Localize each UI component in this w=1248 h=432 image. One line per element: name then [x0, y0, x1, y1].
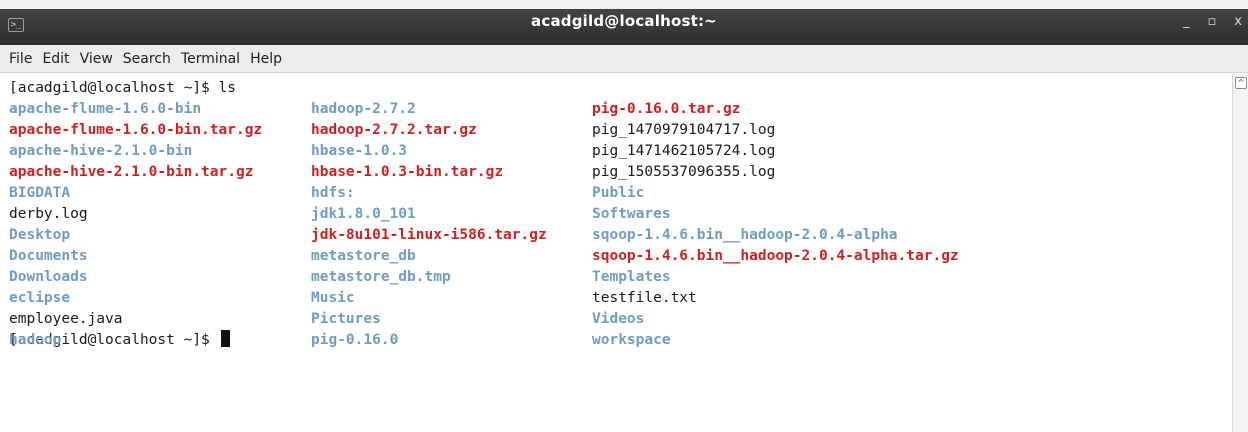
- menu-view[interactable]: View: [75, 51, 118, 67]
- ls-entry: hadoop-2.7.2: [311, 101, 416, 117]
- ls-entry: hbase-1.0.3-bin.tar.gz: [311, 164, 504, 180]
- maximize-button[interactable]: ▫: [1207, 14, 1216, 29]
- terminal-window: >_ acadgild@localhost:~ _ ▫ x File Edit …: [0, 0, 1248, 432]
- ls-entry: Videos: [592, 311, 645, 327]
- ls-entry: Pictures: [311, 311, 381, 327]
- menu-search[interactable]: Search: [118, 51, 176, 67]
- ls-entry: apache-flume-1.6.0-bin: [9, 101, 202, 117]
- ls-entry: Documents: [9, 248, 88, 264]
- menu-help[interactable]: Help: [245, 51, 287, 67]
- menu-terminal[interactable]: Terminal: [176, 51, 245, 67]
- ls-entry: pig_1505537096355.log: [592, 164, 776, 180]
- menu-edit[interactable]: Edit: [37, 51, 74, 67]
- scroll-up-arrow-icon[interactable]: ^: [1235, 77, 1247, 89]
- window-controls: _ ▫ x: [1183, 14, 1242, 29]
- ls-entry: pig_1471462105724.log: [592, 143, 776, 159]
- ls-entry: Softwares: [592, 206, 671, 222]
- ls-entry: Templates: [592, 269, 671, 285]
- ls-entry: employee.java: [9, 311, 123, 327]
- ls-entry: apache-hive-2.1.0-bin: [9, 143, 193, 159]
- ls-entry: sqoop-1.4.6.bin__hadoop-2.0.4-alpha: [592, 227, 898, 243]
- scrollbar[interactable]: ^: [1232, 74, 1248, 432]
- ls-entry: apache-flume-1.6.0-bin.tar.gz: [9, 122, 263, 138]
- ls-entry: hadoop-2.7.2.tar.gz: [311, 122, 477, 138]
- ls-entry: Downloads: [9, 269, 88, 285]
- ls-entry: metastore_db.tmp: [311, 269, 451, 285]
- ls-entry: hbase-1.0.3: [311, 143, 408, 159]
- ls-entry: workspace: [592, 332, 671, 348]
- ls-entry: derby.log: [9, 206, 88, 222]
- window-title: acadgild@localhost:~: [531, 12, 717, 30]
- menu-file[interactable]: File: [4, 51, 37, 67]
- command-line: [acadgild@localhost ~]$ ls: [9, 80, 236, 96]
- ls-entry: testfile.txt: [592, 290, 697, 306]
- ls-entry: pig-0.16.0: [311, 332, 399, 348]
- ls-entry: metastore_db: [311, 248, 416, 264]
- ls-entry: hdfs:: [311, 185, 355, 201]
- ls-entry: sqoop-1.4.6.bin__hadoop-2.0.4-alpha.tar.…: [592, 248, 959, 264]
- ls-entry: Desktop: [9, 227, 71, 243]
- ls-entry: eclipse: [9, 290, 71, 306]
- close-button[interactable]: x: [1234, 14, 1242, 29]
- ls-entry: Music: [311, 290, 355, 306]
- title-bar[interactable]: >_ acadgild@localhost:~ _ ▫ x: [0, 0, 1248, 45]
- ls-entry: BIGDATA: [9, 185, 71, 201]
- ls-entry: jdk1.8.0_101: [311, 206, 416, 222]
- terminal-output[interactable]: [acadgild@localhost ~]$ ls [acadgild@loc…: [0, 74, 1232, 432]
- ls-entry: Public: [592, 185, 645, 201]
- ls-entry: apache-hive-2.1.0-bin.tar.gz: [9, 164, 254, 180]
- ls-entry: jdk-8u101-linux-i586.tar.gz: [311, 227, 547, 243]
- ls-entry: hadoop: [9, 332, 62, 348]
- menu-bar: File Edit View Search Terminal Help: [0, 45, 1248, 73]
- text-cursor: [220, 330, 230, 347]
- ls-entry: pig_1470979104717.log: [592, 122, 776, 138]
- title-bar-top-strip: [0, 0, 1248, 9]
- ls-entry: pig-0.16.0.tar.gz: [592, 101, 741, 117]
- minimize-button[interactable]: _: [1183, 14, 1190, 29]
